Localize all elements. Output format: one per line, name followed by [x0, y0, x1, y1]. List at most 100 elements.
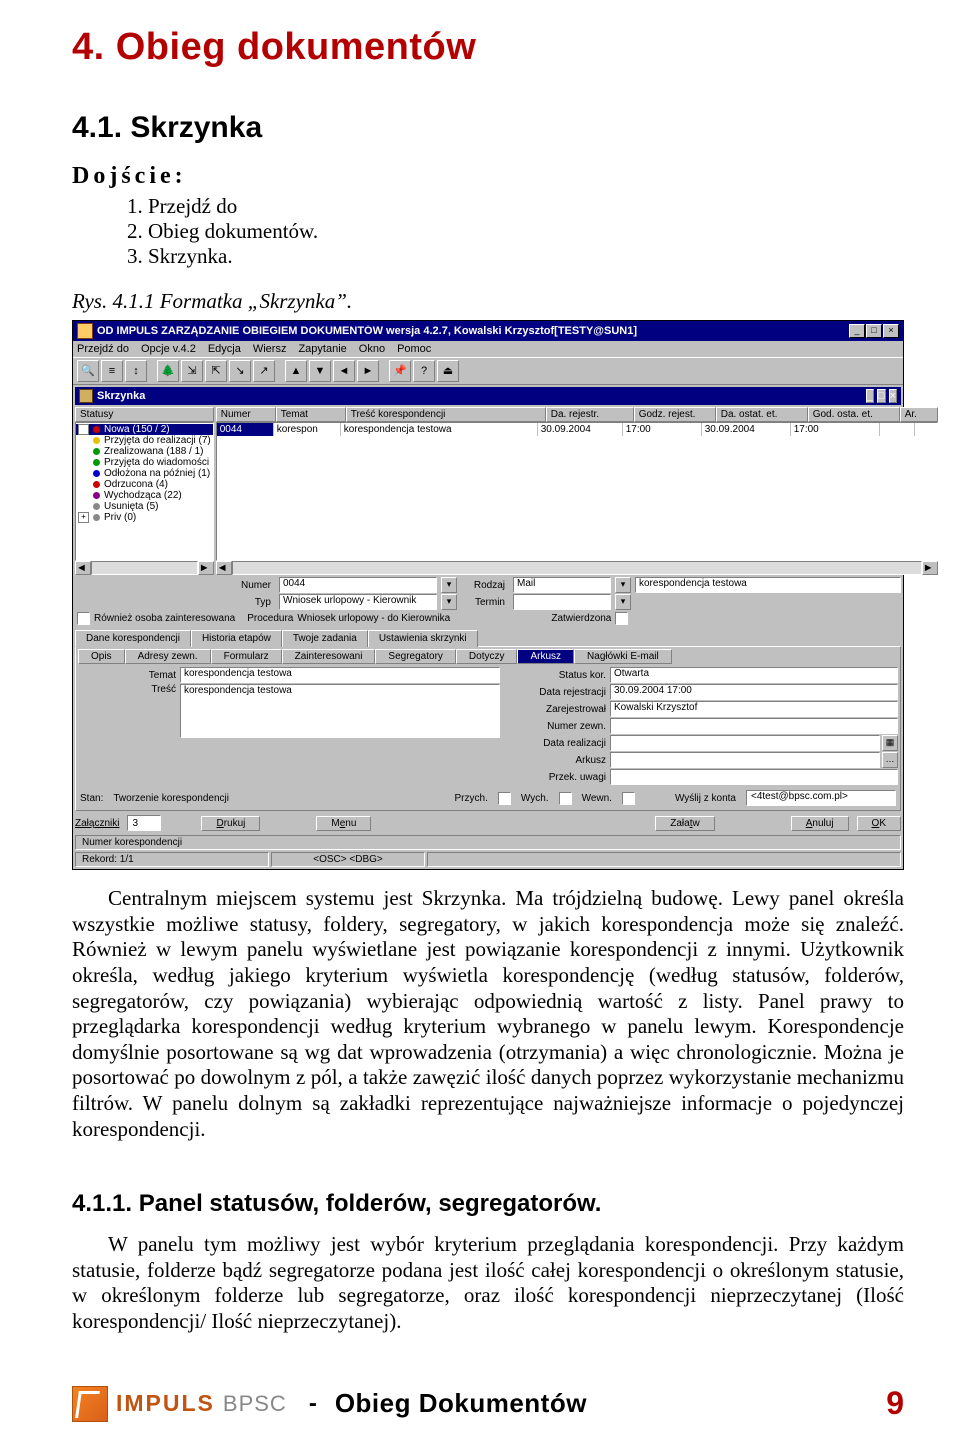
date-picker-icon[interactable]: ▦: [882, 735, 898, 751]
grid-header-row[interactable]: NumerTematTreść korespondencjiDa. rejest…: [216, 407, 938, 422]
status-tree[interactable]: -Nowa (150 / 2)Przyjęta do realizacji (7…: [75, 422, 214, 561]
sub-tab[interactable]: Opis: [78, 649, 125, 664]
numer-field[interactable]: 0044: [279, 577, 437, 593]
sub-tabs[interactable]: OpisAdresy zewn.FormularzZainteresowaniS…: [78, 649, 898, 664]
ok-button[interactable]: OK: [857, 816, 901, 831]
dropdown-icon[interactable]: ▾: [615, 577, 631, 593]
tree-header[interactable]: Statusy: [75, 407, 214, 422]
menu-item[interactable]: Pomoc: [397, 343, 431, 355]
menu-item[interactable]: Edycja: [208, 343, 241, 355]
inner-minimize-button[interactable]: _: [866, 389, 874, 403]
sub-tab[interactable]: Segregatory: [375, 649, 455, 664]
procedura-field[interactable]: Wniosek urlopowy - do Kierownika: [297, 613, 517, 624]
rodzaj-field[interactable]: Mail: [513, 577, 611, 593]
typ-field[interactable]: Wniosek urlopowy - Kierownik: [279, 594, 437, 610]
grid-header-cell[interactable]: Numer: [216, 407, 276, 422]
sort-icon[interactable]: ↕: [125, 360, 147, 382]
out-icon[interactable]: ⇱: [205, 360, 227, 382]
scrollbar-track[interactable]: [232, 561, 922, 575]
grid-header-cell[interactable]: Da. ostat. et.: [716, 407, 808, 422]
grid-header-cell[interactable]: Treść korespondencji: [346, 407, 546, 422]
tree-node[interactable]: -Nowa (150 / 2): [76, 424, 213, 435]
scroll-right-button[interactable]: ►: [198, 561, 214, 575]
menu-item[interactable]: Okno: [359, 343, 385, 355]
tree-node[interactable]: Przyjęta do wiadomości: [76, 457, 213, 468]
dropdown-icon[interactable]: ▾: [615, 594, 631, 610]
out2-icon[interactable]: ↗: [253, 360, 275, 382]
grid-header-cell[interactable]: Godz. rejest.: [634, 407, 716, 422]
tree-node[interactable]: Odrzucona (4): [76, 479, 213, 490]
sub-tab[interactable]: Adresy zewn.: [125, 649, 211, 664]
zarej-field[interactable]: Kowalski Krzysztof: [610, 701, 898, 717]
wyslij-field[interactable]: <4test@bpsc.com.pl>: [746, 790, 896, 806]
tree-icon[interactable]: 🌲: [157, 360, 179, 382]
menu-item[interactable]: Wiersz: [253, 343, 287, 355]
right-icon[interactable]: ►: [357, 360, 379, 382]
tree-node[interactable]: Przyjęta do realizacji (7): [76, 435, 213, 446]
expand-icon[interactable]: -: [78, 424, 89, 435]
scroll-left-button[interactable]: ◄: [75, 561, 91, 575]
scroll-left-button[interactable]: ◄: [216, 561, 232, 575]
menubar[interactable]: Przejdź do Opcje v.4.2 Edycja Wiersz Zap…: [73, 341, 903, 357]
sub-tab[interactable]: Arkusz: [517, 649, 574, 664]
zatwierdzona-checkbox[interactable]: [615, 612, 628, 625]
interested-checkbox[interactable]: [77, 612, 90, 625]
grid-cell[interactable]: [880, 423, 915, 436]
in2-icon[interactable]: ↘: [229, 360, 251, 382]
minimize-button[interactable]: _: [849, 324, 865, 338]
menu-item[interactable]: Opcje v.4.2: [141, 343, 196, 355]
sub-tab[interactable]: Formularz: [211, 649, 282, 664]
status-field[interactable]: Otwarta: [610, 667, 898, 683]
wych-checkbox[interactable]: [559, 792, 572, 805]
zalatw-button[interactable]: Załatw: [655, 816, 714, 831]
drukuj-button[interactable]: Drukuj: [201, 816, 260, 831]
menu-item[interactable]: Przejdź do: [77, 343, 129, 355]
scrollbar-track[interactable]: [91, 561, 198, 575]
grid-cell[interactable]: 17:00: [791, 423, 880, 436]
grid-row[interactable]: 0044koresponkorespondencja testowa30.09.…: [217, 423, 937, 436]
anuluj-button[interactable]: Anuluj: [791, 816, 849, 831]
tab-historia[interactable]: Historia etapów: [191, 630, 282, 647]
dropdown-icon[interactable]: ▾: [441, 577, 457, 593]
menu-button[interactable]: Menu: [316, 816, 371, 831]
grid-header-cell[interactable]: Temat: [276, 407, 346, 422]
tab-zadania[interactable]: Twoje zadania: [282, 630, 368, 647]
wewn-checkbox[interactable]: [622, 792, 635, 805]
tree-node[interactable]: Zrealizowana (188 / 1): [76, 446, 213, 457]
tresc-textarea[interactable]: korespondencja testowa: [180, 684, 500, 738]
datarej-field[interactable]: 30.09.2004 17:00: [610, 684, 898, 700]
filter-icon[interactable]: ≡: [101, 360, 123, 382]
tree-node[interactable]: Wychodząca (22): [76, 490, 213, 501]
przych-checkbox[interactable]: [498, 792, 511, 805]
sub-tab[interactable]: Nagłówki E-mail: [574, 649, 672, 664]
help-icon[interactable]: ?: [413, 360, 435, 382]
inner-titlebar[interactable]: Skrzynka _ □ ×: [75, 387, 901, 405]
tab-dane[interactable]: Dane korespondencji: [75, 630, 191, 647]
down-icon[interactable]: ▼: [309, 360, 331, 382]
titlebar[interactable]: OD IMPULS ZARZĄDZANIE OBIEGIEM DOKUMENTÓ…: [73, 321, 903, 341]
expand-icon[interactable]: +: [78, 512, 89, 523]
grid-cell[interactable]: 30.09.2004: [538, 423, 623, 436]
grid-header-cell[interactable]: Da. rejestr.: [546, 407, 634, 422]
inner-maximize-button[interactable]: □: [877, 389, 886, 403]
left-icon[interactable]: ◄: [333, 360, 355, 382]
datareal-field[interactable]: [610, 735, 880, 751]
grid-header-cell[interactable]: God. osta. et.: [808, 407, 900, 422]
grid-cell[interactable]: 30.09.2004: [702, 423, 791, 436]
temat-input[interactable]: korespondencja testowa: [180, 667, 500, 683]
maximize-button[interactable]: □: [866, 324, 882, 338]
uwagi-field[interactable]: [610, 769, 898, 785]
tree-node[interactable]: +Priv (0): [76, 512, 213, 523]
in-icon[interactable]: ⇲: [181, 360, 203, 382]
nzewn-field[interactable]: [610, 718, 898, 734]
grid-cell[interactable]: korespondencja testowa: [341, 423, 538, 436]
search-icon[interactable]: 🔍: [77, 360, 99, 382]
grid-cell[interactable]: 17:00: [623, 423, 702, 436]
zalaczniki-count[interactable]: 3: [127, 815, 161, 831]
sub-tab[interactable]: Zainteresowani: [282, 649, 376, 664]
tab-ustawienia[interactable]: Ustawienia skrzynki: [368, 630, 478, 647]
main-tabs[interactable]: Dane korespondencji Historia etapów Twoj…: [75, 629, 901, 646]
close-button[interactable]: ×: [883, 324, 899, 338]
tree-node[interactable]: Odłożona na później (1): [76, 468, 213, 479]
grid-cell[interactable]: korespon: [274, 423, 341, 436]
